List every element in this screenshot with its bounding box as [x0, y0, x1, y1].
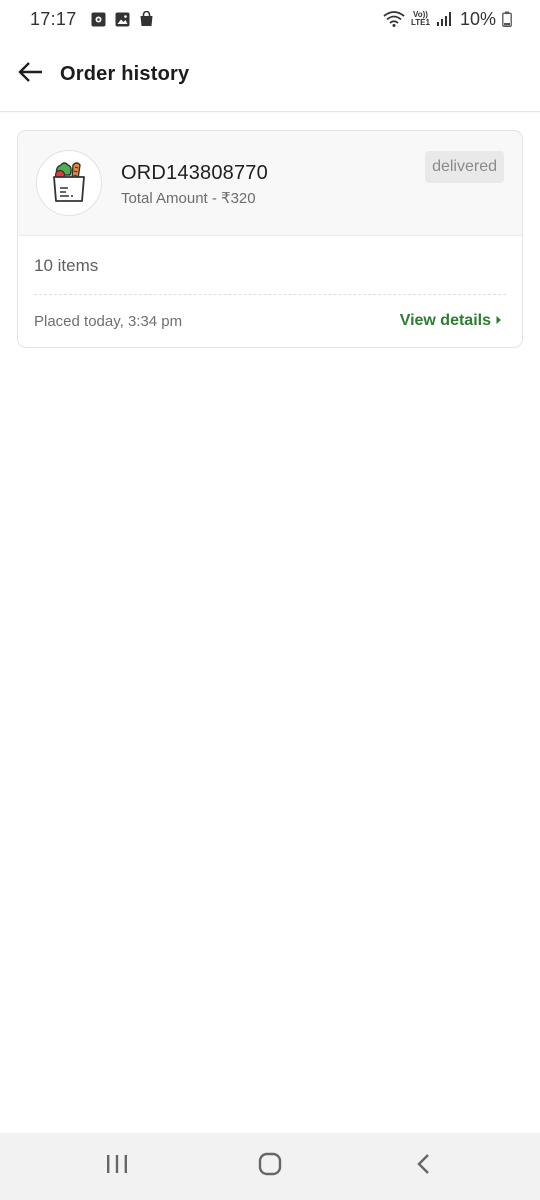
order-id: ORD143808770: [121, 162, 268, 184]
dashed-divider: [34, 294, 506, 295]
volte-bottom: LTE1: [411, 18, 430, 27]
placed-time: Placed today, 3:34 pm: [34, 313, 183, 330]
view-details-label: View details: [399, 312, 491, 329]
view-details-button[interactable]: View details: [400, 312, 502, 330]
system-back-button[interactable]: [378, 1137, 468, 1197]
caret-right-icon: [496, 312, 502, 330]
order-thumbnail: [36, 150, 102, 216]
status-left: 17:17: [30, 9, 155, 30]
wifi-icon: [383, 11, 405, 27]
notification-icon: [91, 11, 107, 27]
app-bar: Order history: [0, 38, 540, 112]
status-badge: delivered: [425, 151, 504, 183]
bag-icon: [139, 11, 155, 27]
order-card[interactable]: ORD143808770 Total Amount - ₹320 deliver…: [17, 130, 523, 348]
home-button[interactable]: [225, 1137, 315, 1197]
back-arrow-icon: [16, 60, 44, 89]
order-card-header: ORD143808770 Total Amount - ₹320 deliver…: [18, 131, 522, 236]
back-icon: [415, 1152, 431, 1181]
status-time: 17:17: [30, 8, 77, 29]
home-icon: [257, 1151, 283, 1182]
status-right: Vo)) LTE1 10%: [383, 9, 512, 30]
page-title: Order history: [60, 63, 190, 85]
grocery-bag-icon: [49, 159, 89, 208]
gallery-icon: [115, 11, 131, 27]
volte-indicator: Vo)) LTE1: [411, 11, 430, 27]
recents-icon: [105, 1153, 129, 1180]
battery-icon: [502, 11, 512, 27]
signal-icon: [436, 11, 454, 27]
system-nav-bar: [0, 1133, 540, 1200]
items-count: 10 items: [34, 256, 99, 275]
recents-button[interactable]: [72, 1137, 162, 1197]
back-button[interactable]: [0, 38, 60, 112]
status-bar: 17:17 Vo)) LTE1 10%: [0, 0, 540, 38]
battery-percent: 10%: [459, 8, 496, 29]
order-total-amount: Total Amount - ₹320: [121, 190, 256, 207]
